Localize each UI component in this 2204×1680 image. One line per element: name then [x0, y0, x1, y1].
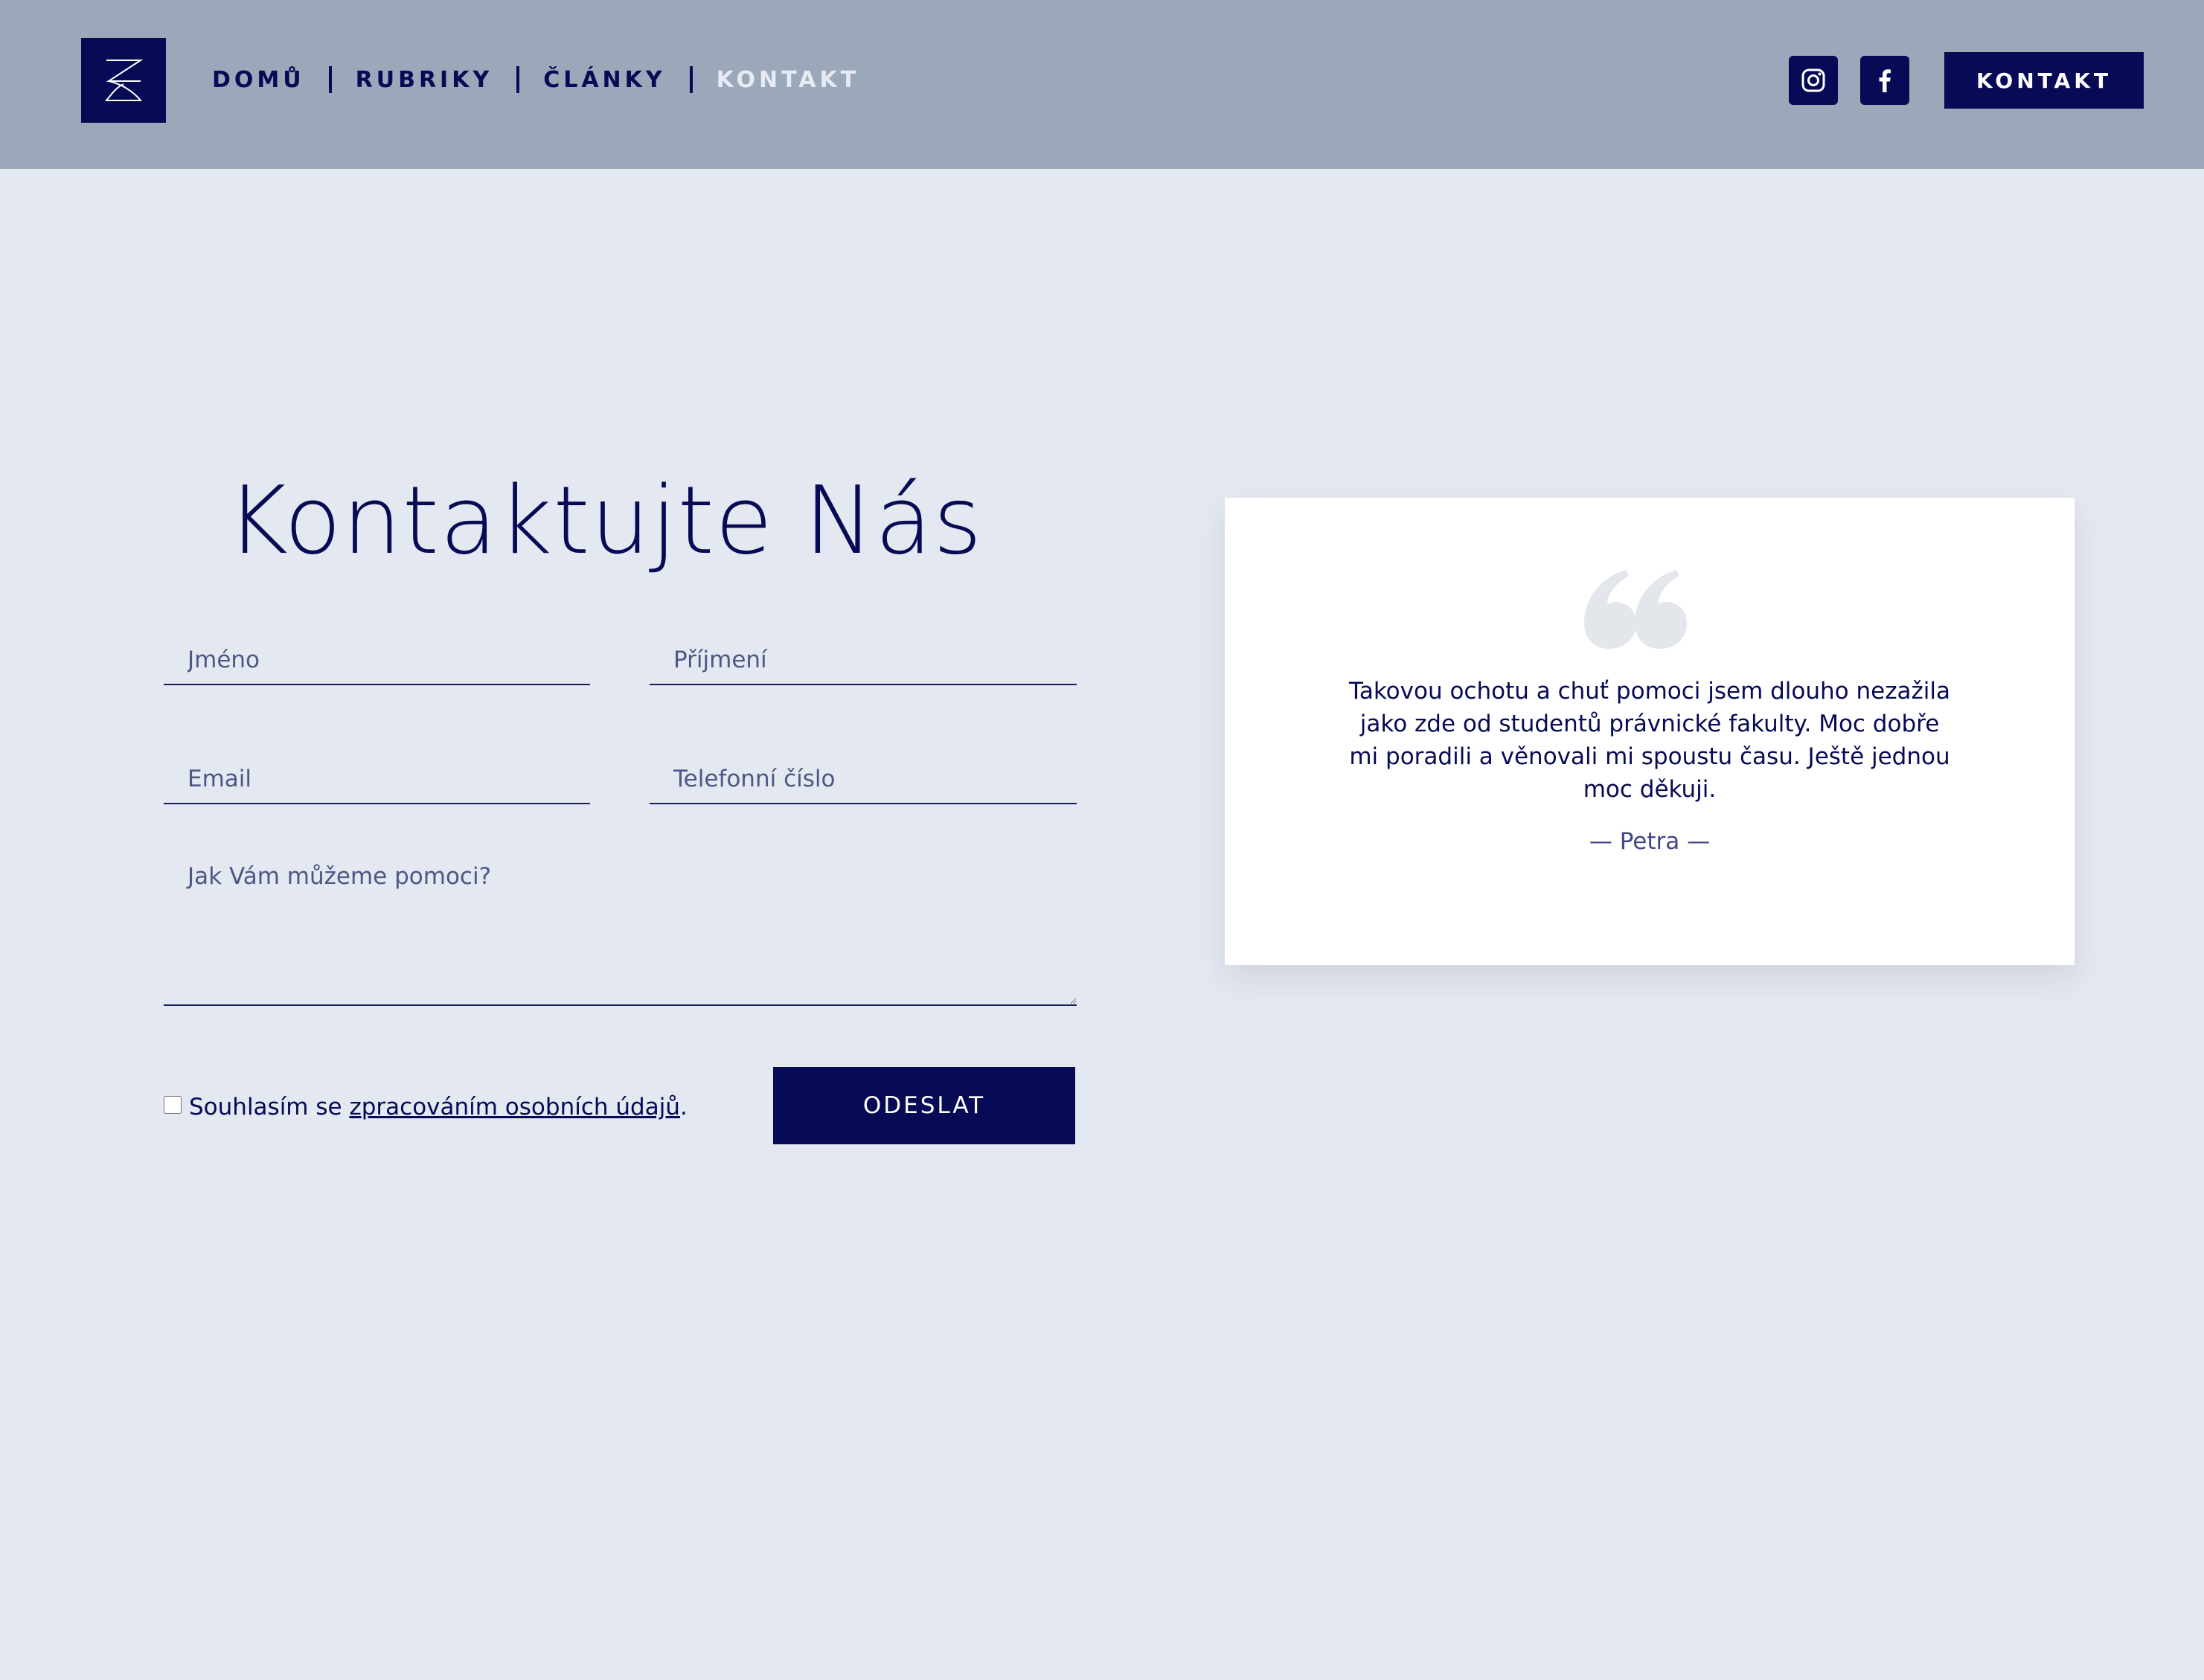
facebook-icon: [1879, 69, 1891, 92]
page-title: Kontaktujte Nás: [226, 466, 983, 575]
quote-icon: [1584, 570, 1687, 649]
nav-item-rubriky[interactable]: RUBRIKY: [356, 67, 493, 93]
nav-item-domu[interactable]: DOMŮ: [212, 67, 305, 93]
facebook-button[interactable]: [1860, 56, 1909, 105]
instagram-icon: [1801, 68, 1825, 92]
contact-cta-button[interactable]: KONTAKT: [1944, 52, 2144, 109]
nav-item-clanky[interactable]: ČLÁNKY: [543, 67, 665, 93]
message-textarea[interactable]: [164, 847, 1077, 1004]
phone-input[interactable]: [650, 755, 1077, 803]
last-name-field: [650, 636, 1077, 685]
consent-label: Souhlasím se: [189, 1094, 350, 1120]
first-name-input[interactable]: [164, 636, 590, 684]
testimonial-card: Takovou ochotu a chuť pomoci jsem dlouho…: [1225, 498, 2075, 965]
testimonial-author: — Petra —: [1589, 828, 1711, 855]
consent-checkbox[interactable]: [164, 1096, 182, 1114]
nav-divider: [516, 66, 520, 93]
email-field: [164, 755, 590, 804]
consent-suffix: .: [679, 1094, 688, 1120]
last-name-input[interactable]: [650, 636, 1077, 684]
nav-divider: [328, 66, 332, 93]
nav-divider: [689, 66, 693, 93]
first-name-field: [164, 636, 590, 685]
site-header: DOMŮ RUBRIKY ČLÁNKY KONTAKT KONTAKT: [0, 0, 2204, 169]
main-nav: DOMŮ RUBRIKY ČLÁNKY KONTAKT: [212, 60, 859, 100]
phone-field: [650, 755, 1077, 804]
testimonial-text: Takovou ochotu a chuť pomoci jsem dlouho…: [1349, 678, 1950, 803]
email-input[interactable]: [164, 755, 590, 803]
instagram-button[interactable]: [1789, 56, 1838, 105]
nav-item-kontakt[interactable]: KONTAKT: [717, 67, 860, 93]
consent-row: Souhlasím se zpracováním osobních údajů.: [164, 1091, 688, 1123]
submit-button[interactable]: ODESLAT: [773, 1067, 1075, 1144]
message-field: [164, 847, 1077, 1006]
hourglass-logo-icon: [104, 60, 144, 101]
logo[interactable]: [81, 38, 166, 123]
privacy-link[interactable]: zpracováním osobních údajů: [349, 1094, 680, 1120]
